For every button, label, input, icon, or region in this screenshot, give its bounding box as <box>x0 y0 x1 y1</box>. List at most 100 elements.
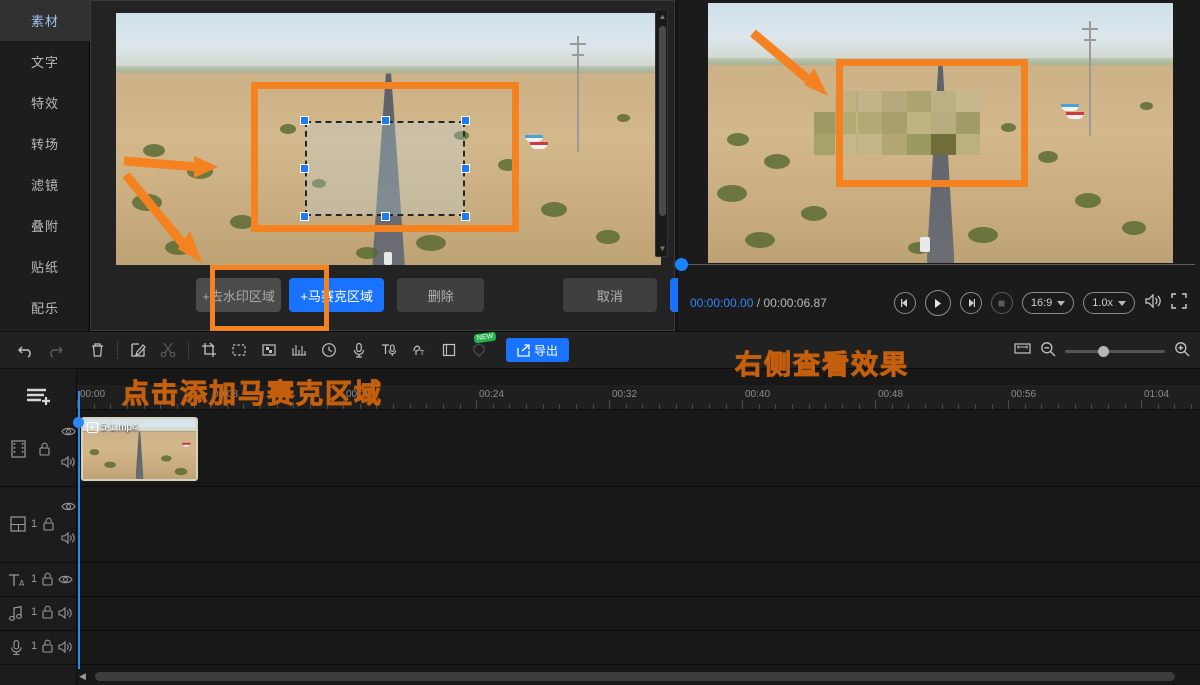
sidebar-item-sticker[interactable]: 贴纸 <box>0 246 90 287</box>
resize-handle-nw[interactable] <box>300 116 309 125</box>
undo-icon[interactable] <box>10 336 40 364</box>
speaker-icon[interactable] <box>58 606 73 620</box>
text-icon: A <box>8 572 28 589</box>
sidebar-item-filter[interactable]: 滤镜 <box>0 164 90 205</box>
previous-frame-button[interactable] <box>894 292 916 314</box>
mask-icon[interactable] <box>224 336 254 364</box>
main-toolbar: T NEW 导出 <box>0 331 1200 369</box>
resize-handle-sw[interactable] <box>300 212 309 221</box>
lock-icon[interactable] <box>42 517 55 532</box>
lock-icon[interactable] <box>41 605 54 620</box>
sidebar-item-text[interactable]: 文字 <box>0 41 90 82</box>
timeline-horizontal-scrollbar[interactable]: ◀ <box>77 671 1187 682</box>
current-timecode: 00:00:00.00 <box>690 296 753 310</box>
mosaic-selection-box[interactable] <box>305 121 465 216</box>
audio-wave-icon[interactable] <box>284 336 314 364</box>
new-badge: NEW <box>473 331 496 343</box>
track-count: 1 <box>31 640 37 652</box>
track-music[interactable]: 1 <box>0 597 1200 631</box>
voice-icon[interactable]: T <box>404 336 434 364</box>
mosaic-button-callout <box>210 265 329 331</box>
ruler-label: 00:24 <box>479 389 504 400</box>
ruler-label: 00:40 <box>745 389 770 400</box>
picture-in-picture-icon[interactable] <box>434 336 464 364</box>
track-count: 1 <box>31 606 37 618</box>
scroll-left-arrow[interactable]: ◀ <box>79 671 86 682</box>
resize-handle-s[interactable] <box>381 212 390 221</box>
timecode-display: 00:00:00.00 / 00:00:06.87 <box>690 296 827 310</box>
timeline-clip[interactable]: 5-1.mp4 <box>81 417 198 481</box>
slider-knob[interactable] <box>1098 346 1109 357</box>
redo-icon[interactable] <box>40 336 70 364</box>
speaker-icon[interactable] <box>61 455 76 469</box>
result-video-preview[interactable] <box>708 3 1173 263</box>
editor-vertical-scrollbar[interactable]: ▲ ▼ <box>655 9 668 257</box>
scrub-track-line[interactable] <box>683 264 1195 265</box>
track-video[interactable]: 5-1.mp4 <box>0 411 1200 487</box>
mosaic-icon[interactable] <box>254 336 284 364</box>
timeline-playhead[interactable] <box>78 391 80 669</box>
resize-handle-n[interactable] <box>381 116 390 125</box>
preview-panel: 00:00:00.00 / 00:00:06.87 <box>678 0 1200 331</box>
eye-icon[interactable] <box>61 501 76 512</box>
speaker-icon[interactable] <box>58 640 73 654</box>
track-pip[interactable]: 1 <box>0 487 1200 563</box>
timeline-playhead-knob[interactable] <box>73 417 84 428</box>
sidebar-item-music[interactable]: 配乐 <box>0 287 90 328</box>
sidebar-item-overlay[interactable]: 叠附 <box>0 205 90 246</box>
crop-icon[interactable] <box>194 336 224 364</box>
track-voice[interactable]: 1 <box>0 631 1200 665</box>
scrollbar-thumb[interactable] <box>659 26 666 216</box>
fullscreen-icon[interactable] <box>1171 293 1187 314</box>
speaker-icon[interactable] <box>61 531 76 545</box>
sidebar-item-transition[interactable]: 转场 <box>0 123 90 164</box>
mic-icon[interactable] <box>344 336 374 364</box>
fit-timeline-icon[interactable] <box>1014 341 1031 361</box>
sidebar-item-label: 贴纸 <box>31 257 59 276</box>
resize-handle-e[interactable] <box>461 164 470 173</box>
text-to-speech-icon[interactable] <box>374 336 404 364</box>
eye-icon[interactable] <box>58 574 73 585</box>
zoom-out-icon[interactable] <box>1040 341 1056 362</box>
svg-text:T: T <box>419 349 425 357</box>
sidebar-item-label: 叠附 <box>31 216 59 235</box>
sidebar-item-label: 文字 <box>31 52 59 71</box>
shield-icon[interactable]: NEW <box>464 336 494 364</box>
resize-handle-w[interactable] <box>300 164 309 173</box>
export-button[interactable]: 导出 <box>506 338 569 362</box>
playback-speed-selector[interactable]: 1.0x <box>1083 292 1135 314</box>
cancel-button[interactable]: 取消 <box>563 278 656 312</box>
scroll-down-arrow[interactable]: ▼ <box>656 242 669 256</box>
add-track-icon[interactable] <box>26 386 54 411</box>
clock-icon[interactable] <box>314 336 344 364</box>
preview-playhead-handle[interactable] <box>675 258 688 271</box>
scroll-up-arrow[interactable]: ▲ <box>656 10 669 24</box>
delete-icon[interactable] <box>82 336 112 364</box>
zoom-in-icon[interactable] <box>1174 341 1190 362</box>
speed-value: 1.0x <box>1092 297 1113 309</box>
eye-icon[interactable] <box>61 426 76 437</box>
volume-icon[interactable] <box>1144 293 1162 314</box>
aspect-ratio-selector[interactable]: 16:9 <box>1022 292 1074 314</box>
lock-icon[interactable] <box>41 639 54 654</box>
annotation-left: 点击添加马赛克区域 <box>122 372 383 411</box>
sidebar-item-effects[interactable]: 特效 <box>0 82 90 123</box>
timeline-zoom-slider[interactable] <box>1065 350 1165 353</box>
stop-button[interactable] <box>991 292 1013 314</box>
top-area: 素材 文字 特效 转场 滤镜 叠附 贴纸 配乐 <box>0 0 1200 331</box>
resize-handle-se[interactable] <box>461 212 470 221</box>
editor-video-preview[interactable] <box>116 13 661 265</box>
sidebar-item-material[interactable]: 素材 <box>0 0 90 41</box>
sidebar-item-label: 特效 <box>31 93 59 112</box>
edit-icon[interactable] <box>123 336 153 364</box>
resize-handle-ne[interactable] <box>461 116 470 125</box>
chevron-down-icon <box>1118 301 1126 306</box>
lock-icon[interactable] <box>41 572 54 587</box>
play-button[interactable] <box>925 290 951 316</box>
delete-area-button[interactable]: 删除 <box>397 278 484 312</box>
next-frame-button[interactable] <box>960 292 982 314</box>
scrollbar-thumb[interactable] <box>95 672 1175 681</box>
scissors-icon[interactable] <box>153 336 183 364</box>
track-text[interactable]: A 1 <box>0 563 1200 597</box>
lock-icon[interactable] <box>38 442 51 457</box>
